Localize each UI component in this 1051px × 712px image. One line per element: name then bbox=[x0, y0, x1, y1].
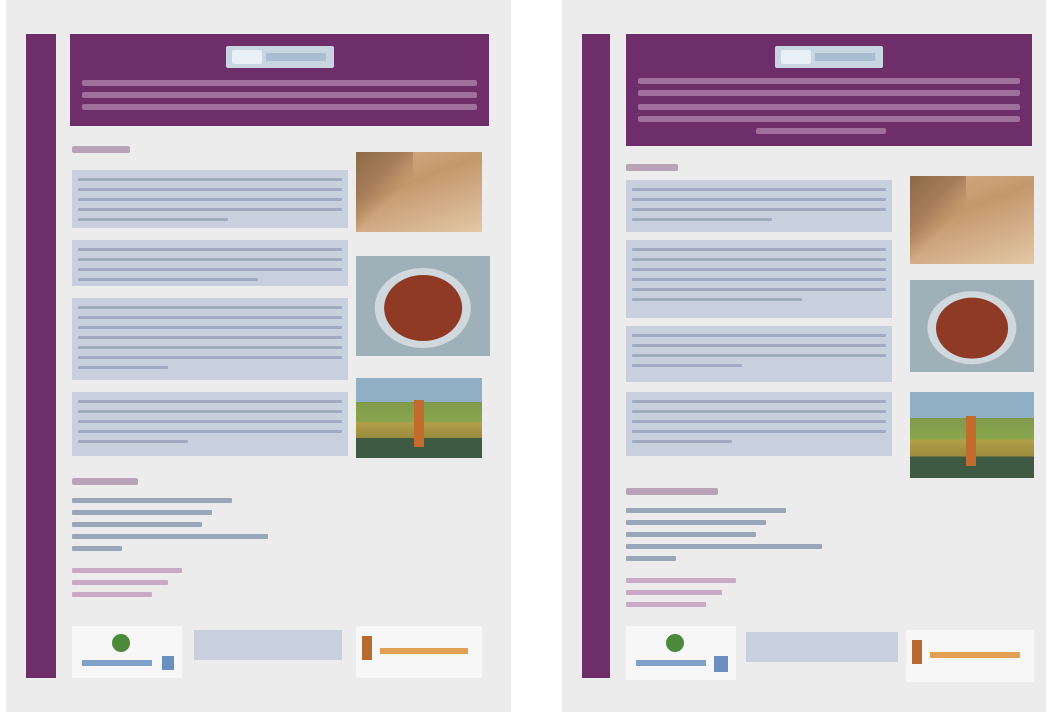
contact-text-line bbox=[626, 508, 786, 513]
contact-text-line bbox=[72, 498, 232, 503]
section-heading bbox=[72, 146, 130, 153]
contact-text-line bbox=[626, 590, 722, 595]
partner-logo bbox=[906, 630, 1034, 682]
fabric-photo bbox=[910, 176, 1034, 264]
contact-text-line bbox=[72, 546, 122, 551]
header-text-line bbox=[756, 128, 886, 134]
header-text-line bbox=[82, 104, 477, 110]
text-block bbox=[72, 240, 348, 286]
contact-text-line bbox=[626, 532, 756, 537]
text-block bbox=[72, 392, 348, 456]
fabric-photo bbox=[356, 152, 482, 232]
text-block bbox=[626, 326, 892, 382]
contact-text-line bbox=[626, 556, 676, 561]
text-block bbox=[626, 240, 892, 318]
partner-logo bbox=[356, 626, 482, 678]
header-logo bbox=[225, 46, 334, 68]
page-header bbox=[626, 34, 1032, 146]
ciat-logo bbox=[626, 626, 736, 680]
text-block bbox=[626, 180, 892, 232]
text-block bbox=[626, 392, 892, 456]
contact-text-line bbox=[626, 578, 736, 583]
section-heading bbox=[626, 164, 678, 171]
contact-text-line bbox=[626, 520, 766, 525]
page-header bbox=[70, 34, 489, 126]
header-logo bbox=[775, 46, 883, 68]
contact-text-line bbox=[72, 522, 202, 527]
contact-text-line bbox=[72, 534, 268, 539]
contact-text-line bbox=[72, 568, 182, 573]
text-block bbox=[72, 298, 348, 380]
header-text-line bbox=[82, 92, 477, 98]
header-text-line bbox=[82, 80, 477, 86]
left-margin-bar bbox=[26, 34, 56, 678]
contact-text-line bbox=[626, 544, 822, 549]
header-text-line bbox=[638, 104, 1020, 110]
left-page bbox=[6, 0, 511, 712]
header-text-line bbox=[638, 78, 1020, 84]
contact-text-line bbox=[72, 510, 212, 515]
left-margin-bar bbox=[582, 34, 610, 678]
text-block bbox=[72, 170, 348, 228]
section-heading bbox=[72, 478, 138, 485]
footer-text-block bbox=[746, 632, 898, 662]
ciat-logo bbox=[72, 626, 182, 678]
contact-text-line bbox=[626, 602, 706, 607]
field-photo bbox=[356, 378, 482, 458]
field-photo bbox=[910, 392, 1034, 478]
section-heading bbox=[626, 488, 718, 495]
footer-text-block bbox=[194, 630, 342, 660]
contact-text-line bbox=[72, 580, 168, 585]
header-text-line bbox=[638, 116, 1020, 122]
header-text-line bbox=[638, 90, 1020, 96]
contact-text-line bbox=[72, 592, 152, 597]
bowl-photo bbox=[910, 280, 1034, 372]
bowl-photo bbox=[356, 256, 490, 356]
right-page bbox=[562, 0, 1046, 712]
